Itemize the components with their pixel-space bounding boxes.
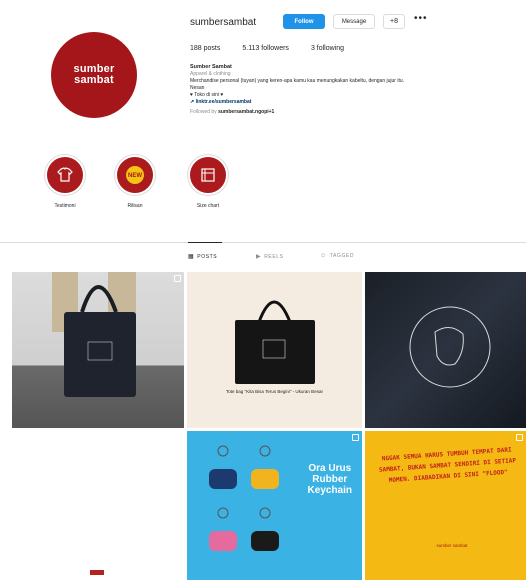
keychain-photo bbox=[209, 445, 279, 551]
quote-signature: sumber sambat bbox=[436, 543, 468, 548]
tab-label: POSTS bbox=[197, 253, 218, 260]
followed-by-accounts: sumbersambat.ngopi+1 bbox=[218, 109, 275, 115]
message-button[interactable]: Message bbox=[333, 14, 375, 29]
bio-link[interactable]: ↗ linktr.ee/sumbersambat bbox=[190, 99, 520, 106]
bio-line: ♥ Toko di sini ♥ bbox=[190, 92, 224, 98]
tabs-divider bbox=[0, 242, 526, 243]
more-options-icon[interactable]: ••• bbox=[414, 13, 428, 24]
post-tile[interactable] bbox=[12, 272, 184, 428]
highlight-label: Size chart bbox=[196, 203, 220, 209]
avatar-text-line2: sambat bbox=[74, 74, 114, 86]
bio-line: Nesan bbox=[190, 85, 205, 91]
tagged-icon: ☺ bbox=[320, 253, 327, 259]
profile-username: sumbersambat bbox=[190, 17, 257, 28]
highlight-label: Rilisan bbox=[127, 203, 143, 209]
keychain-title: Ora Urus Rubber Keychain bbox=[308, 463, 352, 496]
tab-tagged[interactable]: ☺ TAGGED bbox=[320, 253, 354, 259]
size-chart-icon bbox=[188, 155, 228, 195]
keychain-title-line: Keychain bbox=[307, 485, 352, 496]
post-caption: Tote bag "Kita Bisa Terus Begini" - Ukur… bbox=[226, 389, 323, 394]
post-tile[interactable] bbox=[365, 272, 526, 428]
bio-category: Apparel & clothing bbox=[190, 71, 231, 77]
profile-bio: Sumber Sambat Apparel & clothing Merchan… bbox=[190, 64, 520, 116]
carousel-icon bbox=[174, 275, 181, 282]
svg-text:NEW: NEW bbox=[128, 173, 142, 179]
tab-posts[interactable]: ▦ POSTS bbox=[188, 253, 218, 261]
post-tile[interactable] bbox=[12, 431, 184, 580]
highlight-label: Testimoni bbox=[54, 203, 76, 209]
active-tab-indicator bbox=[188, 242, 222, 243]
tote-bag-photo bbox=[52, 272, 136, 397]
carousel-icon bbox=[352, 434, 359, 441]
bio-name: Sumber Sambat bbox=[190, 64, 232, 70]
post-tile[interactable]: NGGAK SEMUA HARUS TUMBUH TEMPAT DARI SAM… bbox=[365, 431, 526, 580]
post-tile[interactable]: Tote bag "Kita Bisa Terus Begini" - Ukur… bbox=[187, 272, 362, 428]
follow-button[interactable]: Follow bbox=[283, 14, 325, 29]
tab-label: TAGGED bbox=[329, 253, 355, 259]
highlight-testimoni[interactable]: Testimoni bbox=[40, 155, 90, 209]
posts-grid: Tote bag "Kita Bisa Terus Begini" - Ukur… bbox=[12, 272, 526, 580]
story-highlights: Testimoni NEW Rilisan Size chart bbox=[0, 155, 526, 225]
bio-line: Merchandise personal (tuyan) yang keren-… bbox=[190, 78, 405, 84]
shirt-icon bbox=[45, 155, 85, 195]
tab-reels[interactable]: ▶ REELS bbox=[256, 253, 284, 261]
keychain-title-line: Ora Urus bbox=[308, 463, 352, 474]
suggested-accounts-button[interactable]: +8 bbox=[383, 14, 405, 29]
new-badge-icon: NEW bbox=[115, 155, 155, 195]
grid-icon: ▦ bbox=[188, 254, 195, 260]
reels-icon: ▶ bbox=[256, 254, 262, 260]
followed-by-prefix: Followed by bbox=[190, 109, 217, 115]
followers-count[interactable]: 5.113 followers bbox=[242, 45, 289, 52]
shirt-print-photo bbox=[409, 306, 491, 388]
post-tile[interactable]: Ora Urus Rubber Keychain bbox=[187, 431, 362, 580]
red-label-tag bbox=[90, 570, 104, 575]
tab-label: REELS bbox=[264, 253, 284, 260]
highlight-size-chart[interactable]: Size chart bbox=[183, 155, 233, 209]
posts-count[interactable]: 188 posts bbox=[190, 45, 220, 52]
followed-by[interactable]: Followed by sumbersambat.ngopi+1 bbox=[190, 109, 520, 116]
tote-bag-product-photo bbox=[235, 300, 315, 384]
keychain-title-line: Rubber bbox=[312, 474, 348, 485]
following-count[interactable]: 3 following bbox=[311, 45, 344, 52]
carousel-icon bbox=[516, 434, 523, 441]
quote-text: NGGAK SEMUA HARUS TUMBUH TEMPAT DARI SAM… bbox=[378, 446, 517, 485]
profile-stats: 188 posts 5.113 followers 3 following bbox=[190, 45, 344, 52]
highlight-rilisan[interactable]: NEW Rilisan bbox=[110, 155, 160, 209]
profile-header: sumber sambat sumbersambat Follow Messag… bbox=[0, 0, 526, 150]
profile-avatar[interactable]: sumber sambat bbox=[51, 32, 137, 118]
